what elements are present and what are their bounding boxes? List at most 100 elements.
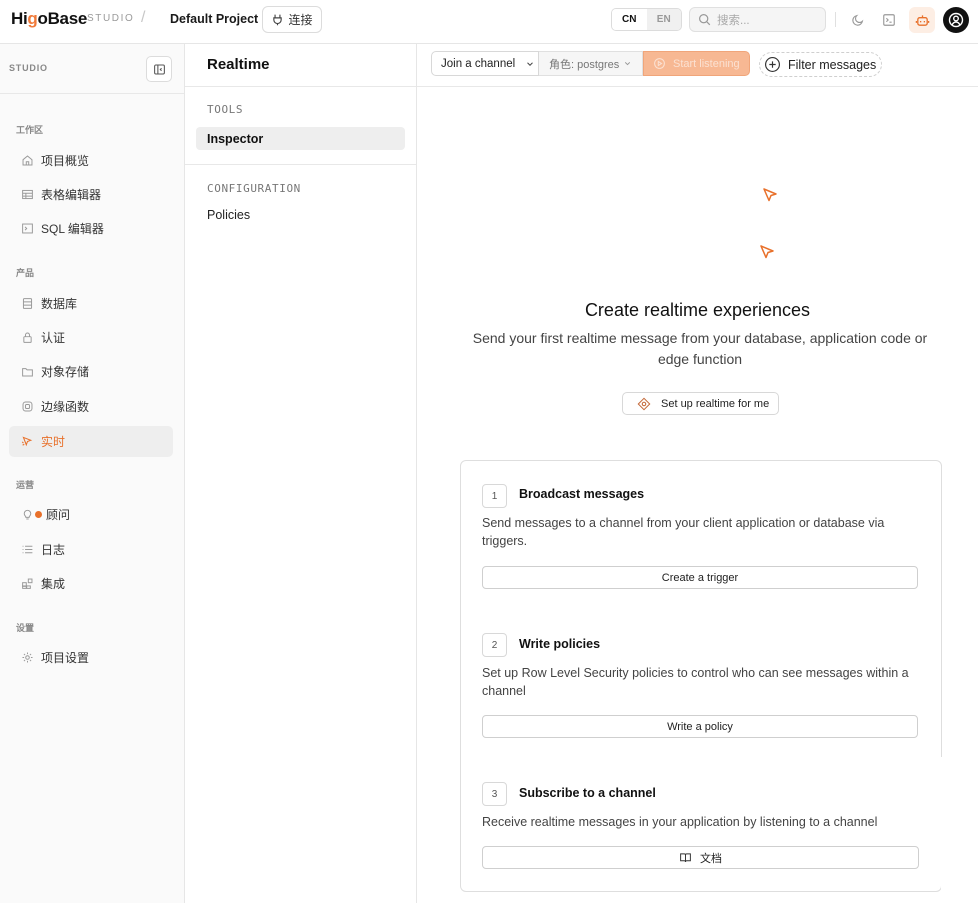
page-title: Realtime <box>207 56 270 73</box>
search-placeholder: 搜索... <box>717 14 750 27</box>
project-name[interactable]: Default Project <box>170 12 258 26</box>
realtime-pointer-icon <box>21 436 33 447</box>
connect-button[interactable]: 连接 <box>262 6 322 33</box>
sidebar-item-label: 认证 <box>41 331 66 345</box>
chevron-down-icon <box>527 61 534 66</box>
plug-icon <box>273 14 283 26</box>
connect-label: 连接 <box>288 13 313 27</box>
docs-button[interactable]: 文档 <box>482 846 919 869</box>
step-description: Set up Row Level Security policies to co… <box>482 666 909 698</box>
higobase-logo[interactable]: HigoBase <box>11 9 87 29</box>
search-icon <box>699 14 711 26</box>
section-product: 产品 <box>16 268 35 278</box>
sidebar-item-label: 边缘函数 <box>41 400 90 414</box>
main-content: Join a channel 角色: postgres Start listen… <box>417 44 978 903</box>
sidebar-item-label: 项目概览 <box>41 154 90 168</box>
user-avatar[interactable] <box>943 7 969 33</box>
logo-text-accent: g <box>27 9 38 28</box>
create-trigger-button[interactable]: Create a trigger <box>482 566 918 589</box>
lang-en-option[interactable]: EN <box>646 9 681 30</box>
inspector-toolbar: Join a channel 角色: postgres Start listen… <box>417 44 978 87</box>
step-title: Write policies <box>519 637 601 651</box>
sidebar-item-database[interactable]: 数据库 <box>9 288 173 319</box>
subnav-header: Realtime <box>185 44 416 87</box>
step-description: Send messages to a channel from your cli… <box>482 516 885 548</box>
start-listening-label: Start listening <box>673 57 740 70</box>
theme-toggle-button[interactable] <box>847 9 869 31</box>
toolbar-divider <box>835 12 836 27</box>
terminal-button[interactable] <box>878 9 900 31</box>
step-number: 1 <box>482 484 507 508</box>
user-icon <box>948 12 964 28</box>
studio-tag: STUDIO <box>87 13 135 24</box>
table-icon <box>22 189 33 200</box>
sidebar-item-advisors[interactable]: 顾问 <box>9 499 173 530</box>
sidebar-item-auth[interactable]: 认证 <box>9 322 173 353</box>
create-trigger-label: Create a trigger <box>661 571 739 584</box>
sidebar-item-sql-editor[interactable]: SQL 编辑器 <box>9 213 173 244</box>
role-label: 角色: postgres <box>549 58 620 71</box>
play-circle-icon <box>654 58 665 69</box>
sidebar-item-storage[interactable]: 对象存储 <box>9 356 173 387</box>
start-listening-button[interactable]: Start listening <box>643 51 750 76</box>
step-title: Subscribe to a channel <box>519 786 656 800</box>
sidebar-item-label: 日志 <box>41 543 66 557</box>
sidebar-item-logs[interactable]: 日志 <box>9 534 173 565</box>
setup-realtime-button[interactable]: Set up realtime for me <box>622 392 779 415</box>
sidebar-item-table-editor[interactable]: 表格编辑器 <box>9 179 173 210</box>
lock-icon <box>23 332 32 343</box>
step-title: Broadcast messages <box>519 487 645 501</box>
role-dropdown[interactable]: 角色: postgres <box>539 51 643 76</box>
ai-sparkle-icon <box>637 397 651 410</box>
sidebar-collapse-icon <box>153 64 165 74</box>
join-channel-dropdown[interactable]: Join a channel <box>431 51 539 76</box>
plus-circle-icon <box>765 57 780 72</box>
sidebar-item-realtime[interactable]: 实时 <box>9 426 173 457</box>
list-icon <box>22 545 33 554</box>
edge-function-icon <box>22 401 33 412</box>
gear-icon <box>22 652 33 663</box>
step-number: 2 <box>482 633 507 657</box>
sidebar-item-overview[interactable]: 项目概览 <box>9 145 173 176</box>
language-toggle[interactable]: CN EN <box>611 8 682 31</box>
subnav-item-inspector[interactable]: Inspector <box>196 127 405 150</box>
section-configuration: CONFIGURATION <box>207 182 301 195</box>
hero-subtitle: Send your first realtime message from yo… <box>472 330 928 367</box>
sidebar-item-label: SQL 编辑器 <box>41 222 104 236</box>
terminal-icon <box>883 14 895 26</box>
integrations-icon <box>22 578 33 589</box>
sidebar-item-edge-functions[interactable]: 边缘函数 <box>9 391 173 422</box>
card-edge-gap <box>941 757 944 894</box>
filter-messages-button[interactable]: Filter messages <box>759 52 882 77</box>
setup-realtime-label: Set up realtime for me <box>661 397 770 410</box>
section-settings: 设置 <box>16 623 35 633</box>
cursor-pointer-icon <box>760 245 774 259</box>
sidebar-item-integrations[interactable]: 集成 <box>9 568 173 599</box>
sidebar-item-project-settings[interactable]: 项目设置 <box>9 642 173 673</box>
docs-label: 文档 <box>700 852 722 865</box>
sidebar-collapse-button[interactable] <box>146 56 172 82</box>
sql-terminal-icon <box>22 223 33 234</box>
subnav-divider <box>185 164 416 165</box>
chevron-down-icon <box>625 62 631 66</box>
getting-started-steps: 1 Broadcast messages Send messages to a … <box>460 460 944 894</box>
assistant-button[interactable] <box>909 7 935 33</box>
sidebar-header: STUDIO <box>0 44 184 94</box>
write-policy-button[interactable]: Write a policy <box>482 715 918 738</box>
sidebar-item-label: 数据库 <box>41 297 78 311</box>
home-icon <box>22 155 33 166</box>
lang-cn-option[interactable]: CN <box>612 9 647 30</box>
cursor-pointer-icon <box>763 188 777 202</box>
breadcrumb-separator: / <box>141 9 146 26</box>
sidebar-item-label: 顾问 <box>46 508 71 522</box>
logo-text-prefix: Hi <box>11 9 28 28</box>
realtime-subnav: Realtime TOOLS Inspector CONFIGURATION P… <box>185 44 417 903</box>
subnav-item-policies[interactable]: Policies <box>196 203 405 226</box>
hero-title: Create realtime experiences <box>584 300 811 320</box>
sidebar-studio-label: STUDIO <box>9 63 48 73</box>
sidebar-item-label: 实时 <box>41 435 66 449</box>
search-input[interactable]: 搜索... <box>689 7 826 32</box>
book-icon <box>680 853 691 863</box>
left-sidebar: STUDIO 工作区 项目概览 表格编辑器 SQL 编辑器 产品 数据库 认证 … <box>0 44 185 903</box>
database-icon <box>22 298 33 309</box>
